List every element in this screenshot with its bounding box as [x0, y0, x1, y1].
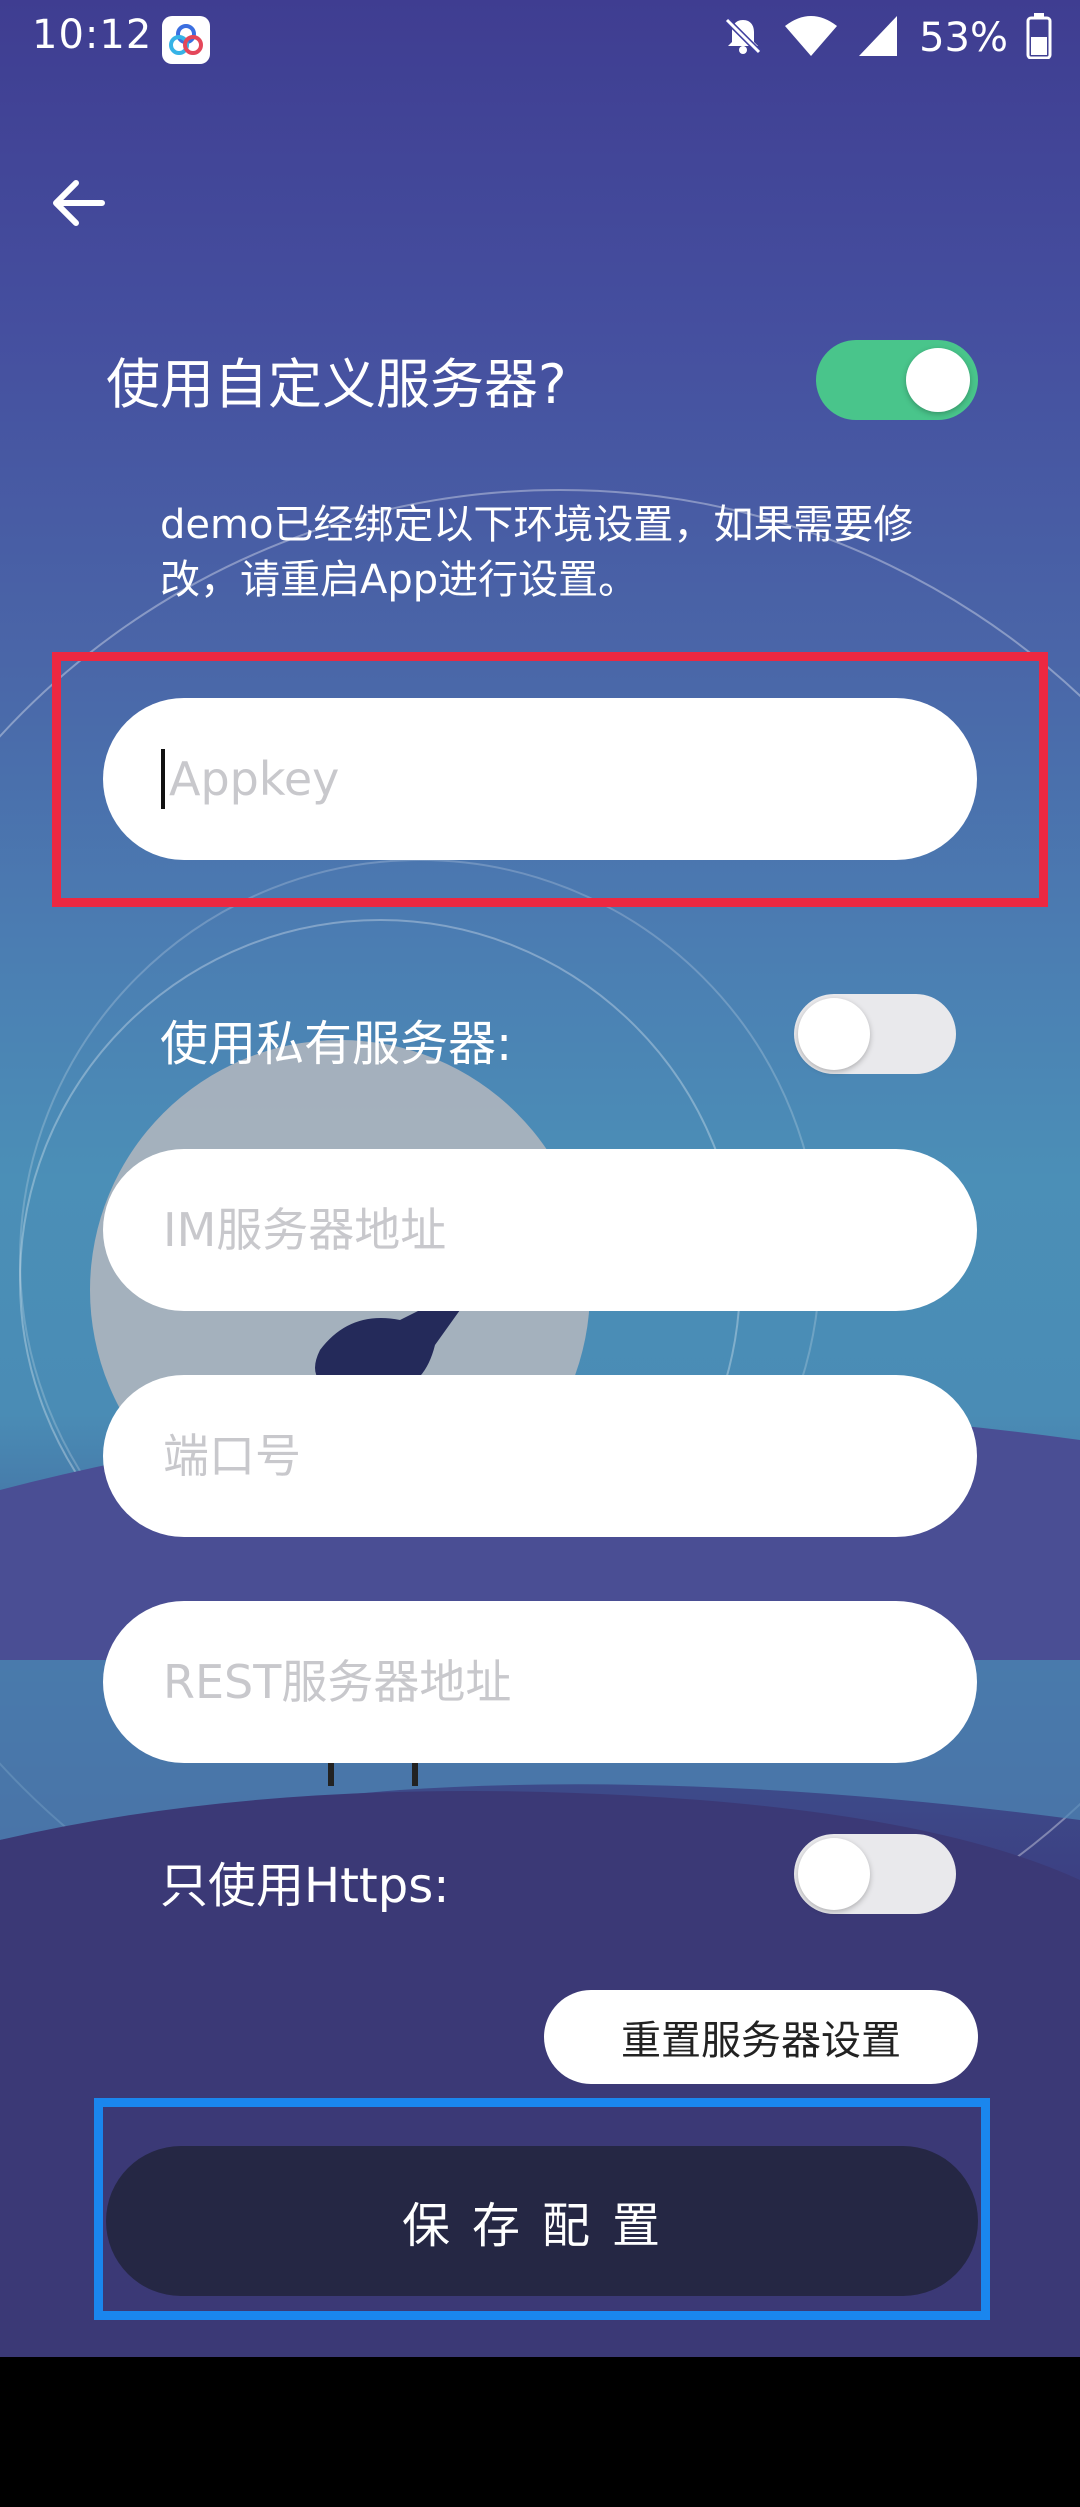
im-server-field-container: [103, 1149, 977, 1311]
arrow-left-icon: [50, 175, 106, 235]
toggle-knob: [906, 348, 970, 412]
https-only-toggle[interactable]: [794, 1834, 956, 1914]
appkey-highlight-box: [52, 652, 1048, 907]
toggle-knob: [798, 998, 870, 1070]
port-field-container: [103, 1375, 977, 1537]
notice-text: demo已经绑定以下环境设置，如果需要修改，请重启App进行设置。: [160, 502, 914, 603]
app-notification-icon: [162, 16, 210, 64]
rest-server-input[interactable]: [161, 1654, 977, 1710]
custom-server-label: 使用自定义服务器?: [106, 353, 567, 416]
battery-percentage: 53%: [919, 15, 1008, 61]
im-server-input[interactable]: [161, 1202, 977, 1258]
status-time: 10:12: [32, 12, 153, 58]
rest-server-field-container: [103, 1601, 977, 1763]
port-input[interactable]: [161, 1428, 977, 1484]
save-highlight-box: [94, 2098, 990, 2320]
toggle-knob: [798, 1838, 870, 1910]
battery-icon: [1026, 13, 1052, 63]
back-button[interactable]: [50, 170, 130, 240]
wifi-icon: [783, 14, 839, 62]
private-server-toggle[interactable]: [794, 994, 956, 1074]
navigation-bar-area: [0, 2357, 1080, 2507]
cellular-signal-icon: [857, 14, 901, 62]
reset-server-settings-button[interactable]: 重置服务器设置: [544, 1990, 978, 2084]
screen: 10:12 53% 使用自定义服务器? demo已经绑定以下环境设置，如果需要修…: [0, 0, 1080, 2357]
status-bar: 10:12 53%: [0, 0, 1080, 76]
status-icons: 53%: [721, 10, 1052, 66]
notifications-muted-icon: [721, 14, 765, 62]
https-only-label: 只使用Https:: [160, 1858, 450, 1914]
private-server-label: 使用私有服务器:: [160, 1016, 513, 1072]
custom-server-toggle[interactable]: [816, 340, 978, 420]
